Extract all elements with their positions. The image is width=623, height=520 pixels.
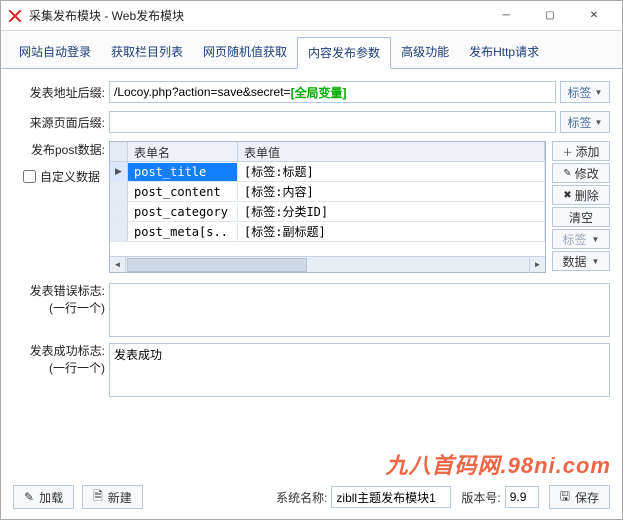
- cell-value[interactable]: [标签:副标题]: [238, 221, 545, 242]
- row-indicator: [110, 182, 128, 201]
- minimize-button[interactable]: ─: [484, 2, 528, 30]
- add-button[interactable]: ＋添加: [552, 141, 610, 161]
- cell-name[interactable]: post_title: [128, 163, 238, 181]
- app-icon: [7, 8, 23, 24]
- tab-4[interactable]: 高级功能: [391, 37, 459, 68]
- error-mark-hint: (一行一个): [13, 300, 105, 317]
- post-url-suffix-label: 发表地址后缀:: [13, 84, 109, 101]
- row-indicator: [110, 222, 128, 241]
- x-icon: ✖: [563, 190, 571, 201]
- pencil-icon: ✎: [563, 168, 571, 179]
- post-url-suffix-input[interactable]: /Locoy.php?action=save&secret=[全局变量]: [109, 81, 556, 103]
- scroll-left-icon[interactable]: ◄: [110, 257, 126, 273]
- load-button[interactable]: ✎加载: [13, 485, 74, 509]
- table-row[interactable]: post_content[标签:内容]: [110, 182, 545, 202]
- edit-icon: ✎: [24, 490, 34, 504]
- error-mark-textarea[interactable]: [109, 283, 610, 337]
- source-page-suffix-label: 来源页面后缀:: [13, 114, 109, 131]
- cell-name[interactable]: post_category: [128, 203, 238, 221]
- table-row[interactable]: post_meta[s..[标签:副标题]: [110, 222, 545, 242]
- data-button-side[interactable]: 数据▼: [552, 251, 610, 271]
- custom-data-checkbox[interactable]: [23, 170, 36, 183]
- save-button[interactable]: 🖫保存: [549, 485, 610, 509]
- row-indicator: [110, 202, 128, 221]
- cell-value[interactable]: [标签:标题]: [238, 161, 545, 182]
- scroll-thumb[interactable]: [127, 258, 307, 272]
- window-title: 采集发布模块 - Web发布模块: [29, 7, 484, 24]
- grid-col-name[interactable]: 表单名: [128, 142, 238, 161]
- tab-2[interactable]: 网页随机值获取: [193, 37, 297, 68]
- cell-value[interactable]: [标签:分类ID]: [238, 201, 545, 222]
- success-mark-textarea[interactable]: 发表成功: [109, 343, 610, 397]
- clear-button[interactable]: 清空: [552, 207, 610, 227]
- grid-hscroll[interactable]: ◄ ►: [110, 256, 545, 272]
- post-data-grid[interactable]: 表单名 表单值 ▶post_title[标签:标题]post_content[标…: [109, 141, 546, 273]
- scroll-right-icon[interactable]: ►: [529, 257, 545, 273]
- table-row[interactable]: post_category[标签:分类ID]: [110, 202, 545, 222]
- grid-corner: [110, 142, 128, 161]
- ver-input[interactable]: [505, 486, 539, 508]
- cell-name[interactable]: post_content: [128, 183, 238, 201]
- sys-name-label: 系统名称:: [276, 489, 327, 506]
- edit-button[interactable]: ✎修改: [552, 163, 610, 183]
- table-row[interactable]: ▶post_title[标签:标题]: [110, 162, 545, 182]
- tab-1[interactable]: 获取栏目列表: [101, 37, 193, 68]
- title-bar: 采集发布模块 - Web发布模块 ─ ▢ ✕: [1, 1, 622, 31]
- ver-label: 版本号:: [461, 489, 500, 506]
- custom-data-label: 自定义数据: [40, 168, 100, 185]
- source-page-suffix-input[interactable]: [109, 111, 556, 133]
- tab-3[interactable]: 内容发布参数: [297, 37, 391, 69]
- tab-bar: 网站自动登录获取栏目列表网页随机值获取内容发布参数高级功能发布Http请求: [1, 31, 622, 69]
- save-icon: 🖫: [560, 487, 570, 508]
- tag-dropdown-1[interactable]: 标签▼: [560, 81, 610, 103]
- document-icon: 🗎: [93, 487, 103, 508]
- tab-5[interactable]: 发布Http请求: [459, 37, 549, 68]
- new-button[interactable]: 🗎新建: [82, 485, 143, 509]
- post-data-label: 发布post数据:: [13, 141, 105, 158]
- success-mark-label: 发表成功标志:: [13, 343, 105, 360]
- cell-value[interactable]: [标签:内容]: [238, 181, 545, 202]
- tab-0[interactable]: 网站自动登录: [9, 37, 101, 68]
- row-indicator: ▶: [110, 162, 128, 181]
- sys-name-input[interactable]: [331, 486, 451, 508]
- success-mark-hint: (一行一个): [13, 360, 105, 377]
- tag-dropdown-2[interactable]: 标签▼: [560, 111, 610, 133]
- delete-button[interactable]: ✖删除: [552, 185, 610, 205]
- error-mark-label: 发表错误标志:: [13, 283, 105, 300]
- plus-icon: ＋: [562, 144, 572, 159]
- maximize-button[interactable]: ▢: [528, 2, 572, 30]
- cell-name[interactable]: post_meta[s..: [128, 223, 238, 241]
- close-button[interactable]: ✕: [572, 2, 616, 30]
- tag-button-side[interactable]: 标签▼: [552, 229, 610, 249]
- grid-col-value[interactable]: 表单值: [238, 142, 545, 161]
